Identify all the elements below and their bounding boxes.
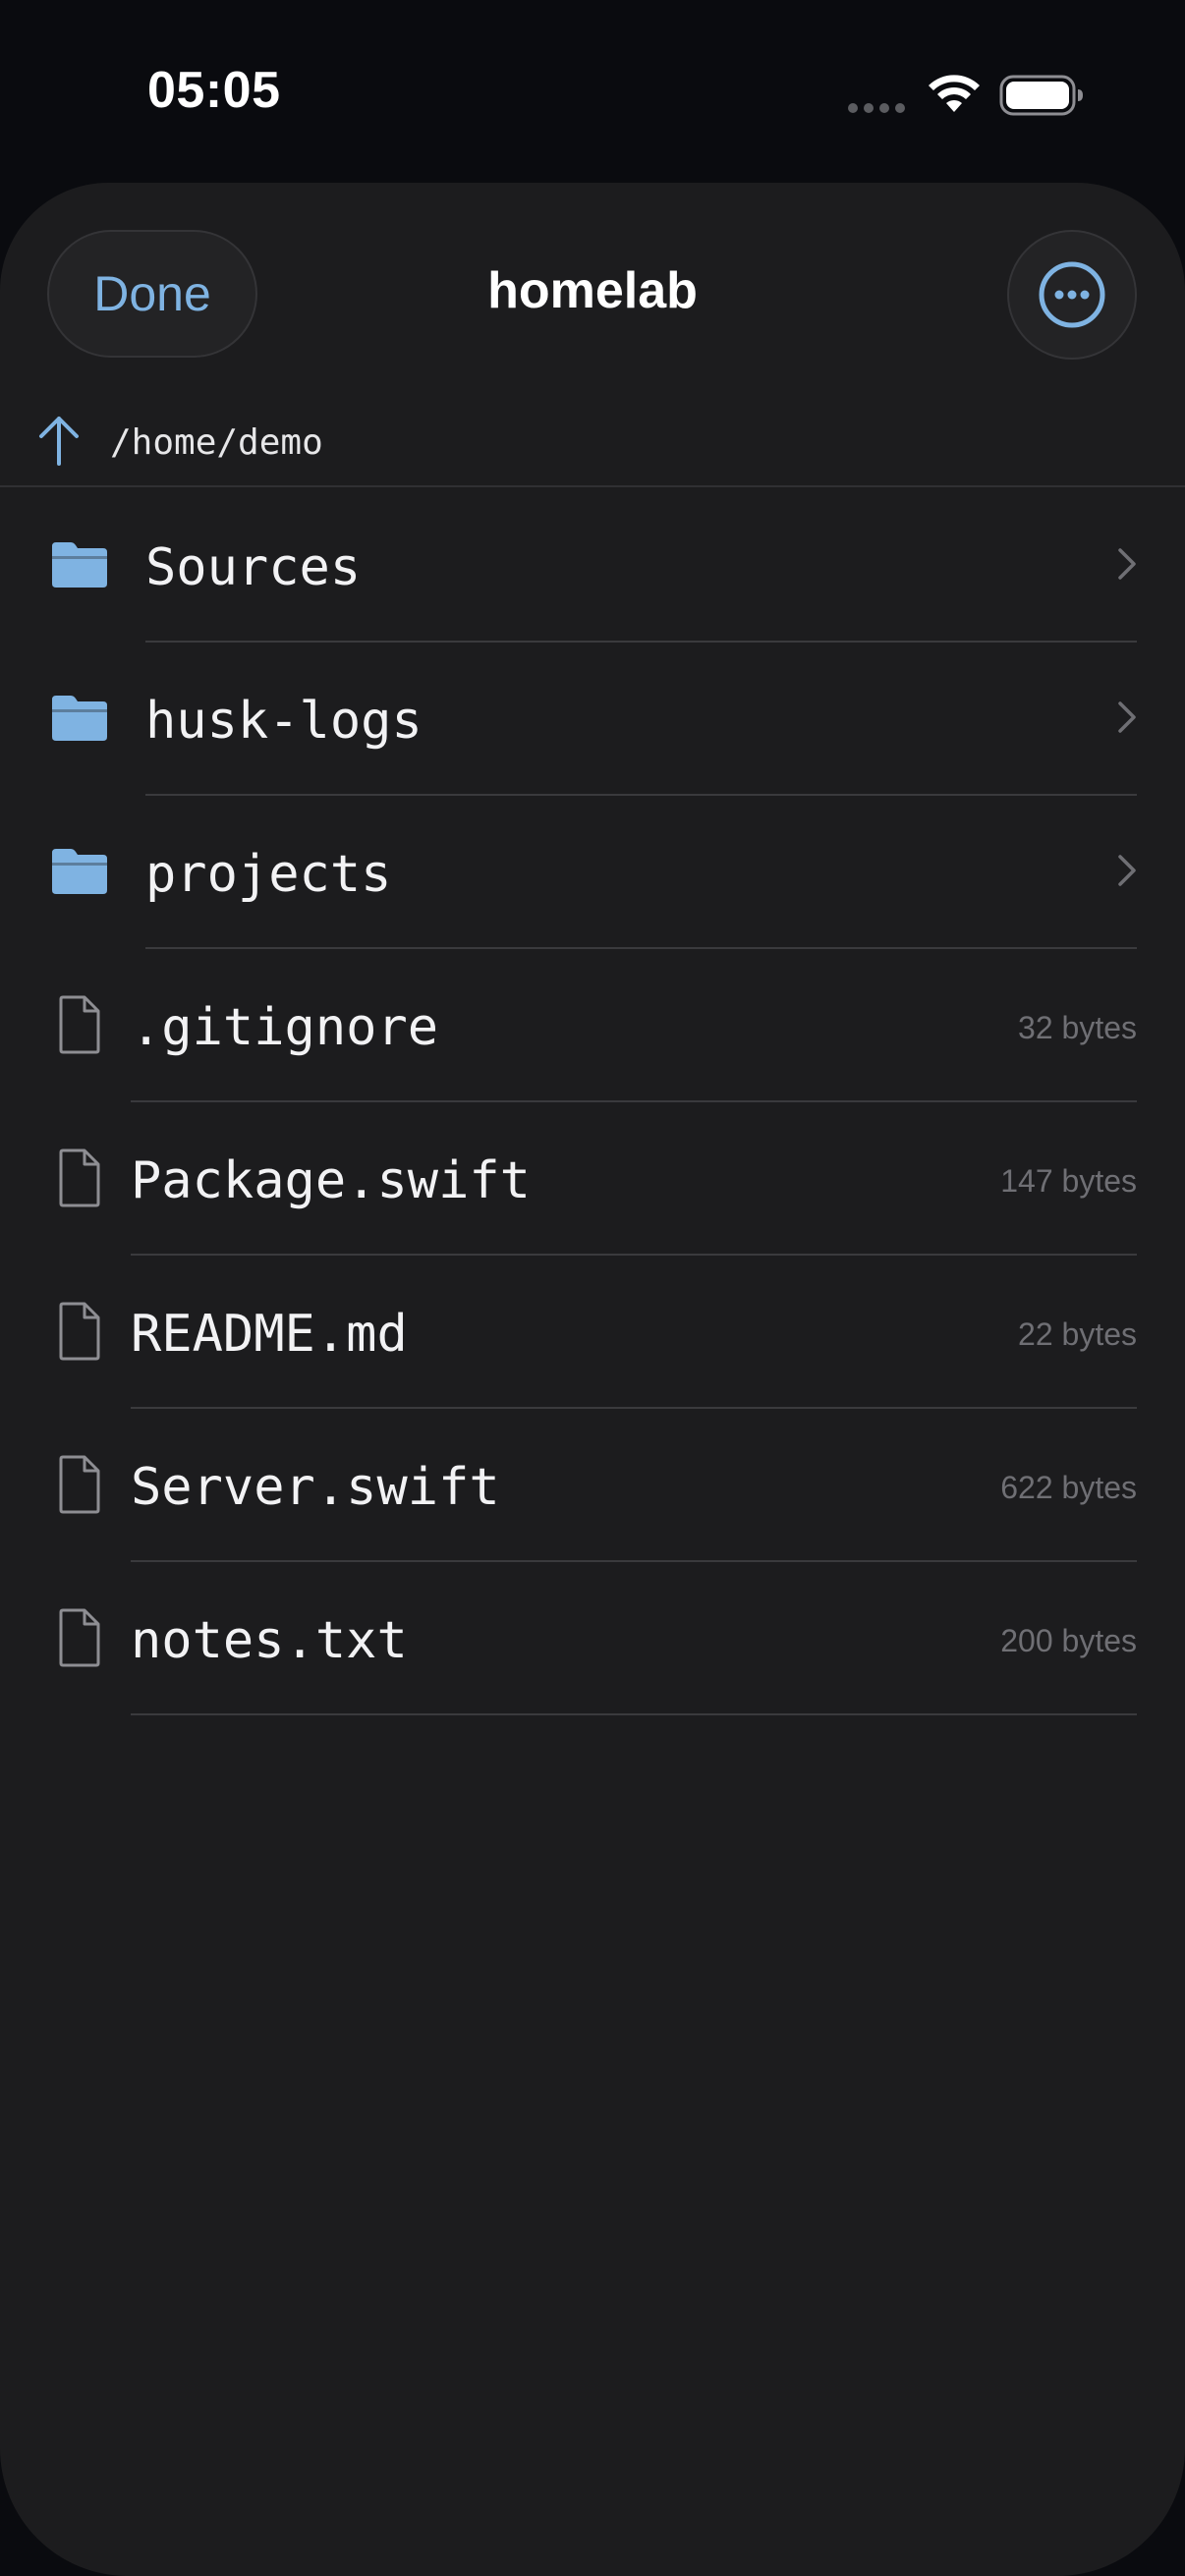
- item-name: Server.swift: [131, 1458, 500, 1517]
- document-icon: [59, 1608, 100, 1667]
- path-bar: /home/demo: [0, 393, 1185, 487]
- battery-icon: [999, 75, 1083, 116]
- file-list: Sources husk-logs projects .gitignore 32 byt…: [0, 489, 1185, 1715]
- file-browser-sheet: Done homelab /home/demo Sources husk-logs…: [0, 183, 1185, 2576]
- folder-row[interactable]: husk-logs: [0, 643, 1185, 796]
- folder-icon: [52, 849, 107, 894]
- ellipsis-circle-icon: [1039, 261, 1105, 328]
- item-name: .gitignore: [131, 998, 439, 1057]
- document-icon: [59, 1455, 100, 1514]
- folder-icon: [52, 542, 107, 588]
- file-size: 200 bytes: [1000, 1623, 1137, 1658]
- status-bar: 05:05: [0, 0, 1185, 187]
- item-name: Package.swift: [131, 1151, 531, 1210]
- chevron-right-icon: [1118, 855, 1136, 886]
- file-size: 22 bytes: [1018, 1316, 1137, 1352]
- item-name: husk-logs: [145, 692, 423, 751]
- file-row[interactable]: Package.swift 147 bytes: [0, 1102, 1185, 1256]
- wifi-icon: [929, 75, 980, 112]
- item-name: Sources: [145, 538, 362, 597]
- document-icon: [59, 1148, 100, 1207]
- more-options-button[interactable]: [1007, 230, 1137, 360]
- item-name: projects: [145, 845, 392, 904]
- file-row[interactable]: .gitignore 32 bytes: [0, 949, 1185, 1102]
- arrow-up-icon[interactable]: [35, 415, 83, 466]
- document-icon: [59, 995, 100, 1054]
- status-time: 05:05: [147, 62, 281, 119]
- file-size: 147 bytes: [1000, 1163, 1137, 1199]
- chevron-right-icon: [1118, 701, 1136, 733]
- file-row[interactable]: Server.swift 622 bytes: [0, 1409, 1185, 1562]
- folder-icon: [52, 696, 107, 741]
- cellular-signal-icon: [848, 103, 907, 115]
- folder-row[interactable]: Sources: [0, 489, 1185, 643]
- file-size: 32 bytes: [1018, 1010, 1137, 1045]
- item-name: notes.txt: [131, 1611, 408, 1670]
- item-name: README.md: [131, 1305, 408, 1364]
- folder-row[interactable]: projects: [0, 796, 1185, 949]
- current-path: /home/demo: [110, 422, 323, 463]
- document-icon: [59, 1302, 100, 1361]
- row-separator: [131, 1713, 1137, 1715]
- file-row[interactable]: README.md 22 bytes: [0, 1256, 1185, 1409]
- file-size: 622 bytes: [1000, 1470, 1137, 1505]
- file-row[interactable]: notes.txt 200 bytes: [0, 1562, 1185, 1715]
- chevron-right-icon: [1118, 548, 1136, 580]
